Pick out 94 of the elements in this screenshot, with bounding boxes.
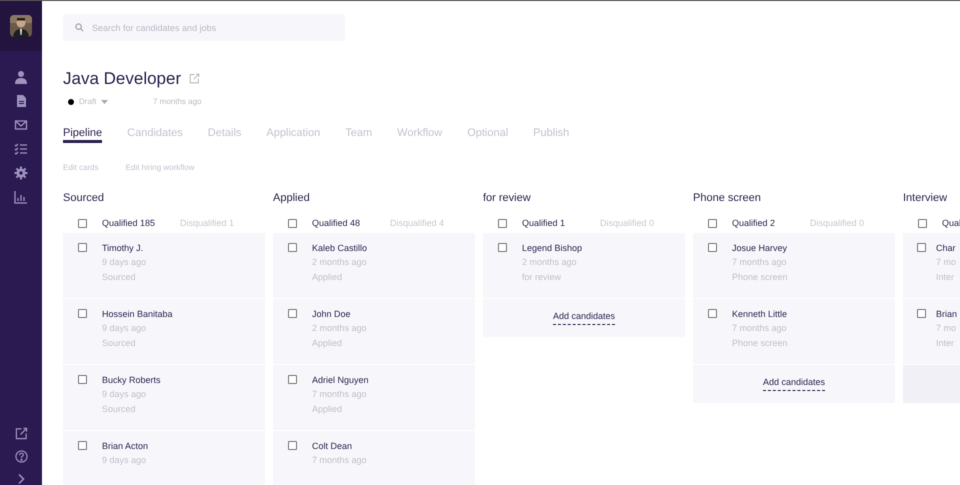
candidate-card[interactable]: Kenneth Little 7 months ago Phone screen [693, 298, 895, 364]
candidate-name: Timothy J. [102, 242, 144, 254]
qualified-count[interactable]: Qualified 185 [102, 216, 180, 230]
tab[interactable]: Pipeline [63, 126, 102, 142]
candidate-name: John Doe [312, 308, 352, 320]
checkbox[interactable] [288, 308, 297, 318]
user-icon[interactable] [14, 70, 28, 84]
candidate-name: Hossein Banitaba [102, 308, 173, 320]
candidate-name: Brian [936, 308, 958, 320]
candidate-time: 9 days ago [102, 322, 148, 335]
add-candidates-link[interactable]: Add candidates [552, 310, 616, 325]
checkbox[interactable] [708, 219, 717, 228]
candidate-stage: Sourced [102, 402, 137, 416]
candidate-stage: Inter [936, 336, 956, 350]
candidate-card[interactable]: Legend Bishop 2 months ago for review [483, 232, 685, 298]
candidate-card[interactable]: Hossein Banitaba 9 days ago Sourced [63, 298, 265, 364]
candidate-time: 2 months ago [312, 256, 368, 269]
candidate-name: Legend Bishop [522, 242, 582, 254]
checkbox[interactable] [78, 308, 87, 318]
updated-time: 7 months ago [153, 96, 202, 108]
candidate-time: 7 months ago [312, 454, 367, 467]
stage-title: Phone screen [693, 190, 762, 204]
candidate-time: 7 mo [936, 322, 958, 334]
help-icon[interactable] [14, 450, 28, 463]
candidate-stage: Sourced [102, 270, 137, 284]
candidate-name: Kaleb Castillo [312, 242, 368, 254]
candidate-name: Josue Harvey [732, 242, 788, 254]
candidate-card[interactable]: Kaleb Castillo 2 months ago Applied [273, 232, 475, 298]
qualified-count[interactable]: Qualified 48 [312, 216, 390, 230]
candidate-stage: Applied [312, 336, 344, 350]
settings-icon[interactable] [14, 166, 28, 180]
candidate-time: 7 months ago [312, 388, 368, 401]
checkbox[interactable] [78, 219, 87, 228]
candidate-card[interactable]: Josue Harvey 7 months ago Phone screen [693, 232, 895, 298]
search-field[interactable]: Search for candidates and jobs [63, 14, 345, 41]
stage-title: Interview [903, 190, 948, 204]
checkbox[interactable] [78, 374, 87, 384]
checkbox[interactable] [498, 242, 507, 252]
checkbox[interactable] [78, 440, 87, 450]
candidate-time: 9 days ago [102, 454, 148, 467]
checkbox[interactable] [918, 219, 927, 228]
candidate-stage: for review [522, 270, 562, 284]
mail-icon[interactable] [14, 118, 28, 132]
search-icon [75, 23, 84, 32]
candidate-time: 7 months ago [732, 256, 788, 269]
checkbox[interactable] [708, 308, 717, 318]
chevron-right-icon[interactable] [16, 473, 26, 485]
checkbox[interactable] [917, 242, 926, 252]
candidate-stage: Sourced [102, 336, 137, 350]
stage-title: Applied [273, 190, 311, 204]
caret-icon [101, 100, 108, 104]
checkbox[interactable] [288, 374, 297, 384]
chart-icon[interactable] [14, 190, 28, 204]
candidate-name: Char [936, 242, 956, 254]
candidate-name: Adriel Nguyen [312, 374, 369, 386]
candidate-card[interactable]: Adriel Nguyen 7 months ago Applied [273, 364, 475, 430]
checkbox[interactable] [498, 219, 507, 228]
candidate-name: Bucky Roberts [102, 374, 161, 386]
candidate-card[interactable]: Brian 7 mo Inter [903, 298, 960, 364]
candidate-time: 7 months ago [732, 322, 788, 335]
checkbox[interactable] [917, 308, 926, 318]
edit-icon[interactable] [14, 427, 28, 440]
stage-title: Sourced [63, 190, 105, 204]
candidate-card[interactable]: Char 7 mo Inter [903, 232, 960, 298]
candidate-card[interactable]: Colt Dean 7 months ago [273, 430, 475, 485]
checkbox[interactable] [288, 242, 297, 252]
candidate-card[interactable]: Bucky Roberts 9 days ago Sourced [63, 364, 265, 430]
candidate-name: Colt Dean [312, 440, 354, 452]
candidate-time: 2 months ago [522, 256, 578, 269]
candidate-stage: Phone screen [732, 336, 788, 350]
candidate-time: 9 days ago [102, 256, 146, 269]
stage-title: for review [483, 190, 532, 204]
candidate-time: 9 days ago [102, 388, 148, 401]
checkbox[interactable] [288, 440, 297, 450]
qualified-count[interactable]: Qualified 1 [522, 216, 600, 230]
job-title: Java Developer [63, 68, 182, 90]
candidate-card[interactable]: Brian Acton 9 days ago [63, 430, 265, 485]
candidate-stage: Applied [312, 270, 344, 284]
candidate-card[interactable]: John Doe 2 months ago Applied [273, 298, 475, 364]
qualified-count[interactable]: Qualified 2 [732, 216, 810, 230]
candidate-card[interactable]: Timothy J. 9 days ago Sourced [63, 232, 265, 298]
candidate-name: Brian Acton [102, 440, 148, 452]
checkbox[interactable] [708, 242, 717, 252]
candidate-time: 7 mo [936, 256, 956, 268]
add-candidates-link[interactable]: Add candidates [762, 376, 826, 391]
candidate-time: 2 months ago [312, 322, 367, 335]
candidate-stage: Inter [936, 270, 956, 284]
document-icon[interactable] [14, 94, 28, 108]
candidate-stage: Phone screen [732, 270, 788, 284]
checklist-icon[interactable] [14, 142, 28, 156]
checkbox[interactable] [78, 242, 87, 252]
candidate-name: Kenneth Little [732, 308, 788, 320]
candidate-stage: Applied [312, 402, 344, 416]
checkbox[interactable] [288, 219, 297, 228]
